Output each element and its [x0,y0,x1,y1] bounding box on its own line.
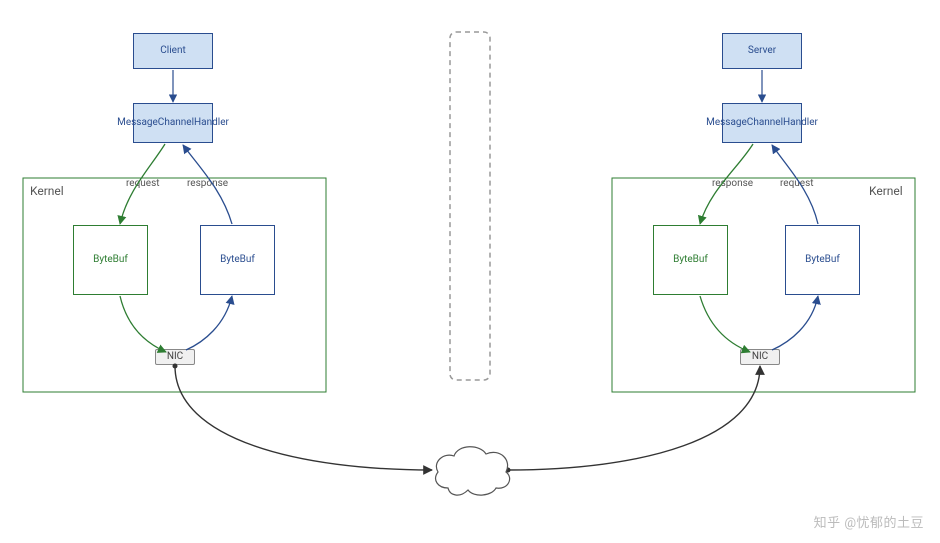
server-handler-box: MessageChannelHandler [722,103,802,143]
server-response-label: response [712,178,753,189]
client-kernel-label: Kernel [30,184,64,198]
diagram-canvas: { "chart_data": { "type": "diagram", "ti… [0,0,940,543]
server-bytebuf-request: ByteBuf [785,225,860,295]
gateway-line2: Route [457,471,483,482]
client-box: Client [133,33,213,69]
client-bytebuf-response: ByteBuf [200,225,275,295]
client-response-label: response [187,178,228,189]
client-bytebuf-request: ByteBuf [73,225,148,295]
server-request-label: request [780,178,814,189]
client-handler-box: MessageChannelHandler [133,103,213,143]
server-nic: NIC [740,349,780,365]
client-nic: NIC [155,349,195,365]
server-bytebuf-response: ByteBuf [653,225,728,295]
server-box: Server [722,33,802,69]
gateway-line1: Gateway [451,460,489,471]
server-kernel-label: Kernel [869,184,903,198]
client-request-label: request [126,178,160,189]
watermark: 知乎 @忧郁的土豆 [814,512,924,531]
gateway-label: Gateway Route [440,460,500,482]
